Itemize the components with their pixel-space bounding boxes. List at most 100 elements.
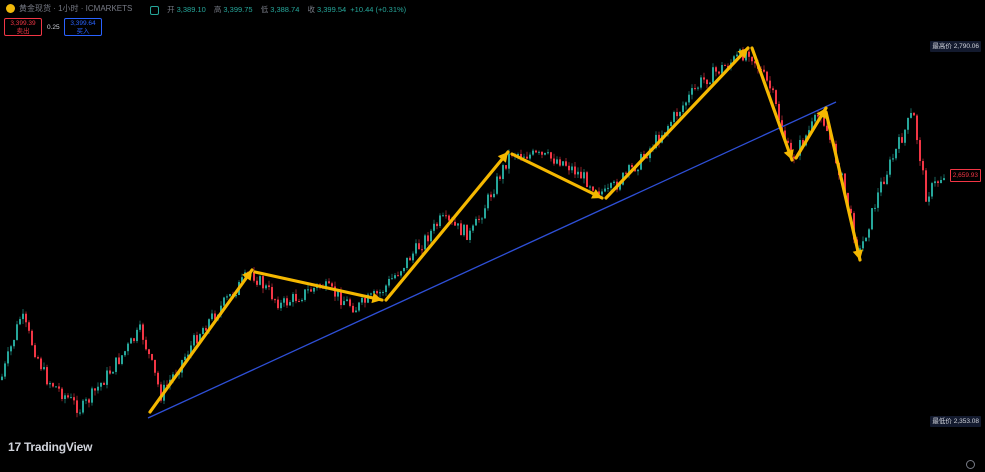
candle-body xyxy=(370,293,372,295)
candle-body xyxy=(490,194,492,198)
candle-body xyxy=(346,299,348,302)
candle-body xyxy=(931,183,933,197)
candle-body xyxy=(388,278,390,286)
candle-body xyxy=(919,140,921,162)
trend-arrow-line xyxy=(750,46,794,162)
candle-body xyxy=(259,276,261,285)
candle-body xyxy=(343,301,345,306)
candle-body xyxy=(685,102,687,106)
candle-body xyxy=(142,324,144,340)
candle-body xyxy=(463,224,465,236)
candle-body xyxy=(205,328,207,331)
candle-body xyxy=(415,243,417,254)
candle-body xyxy=(868,229,870,238)
candle-body xyxy=(223,297,225,306)
candle-body xyxy=(40,358,42,370)
candle-body xyxy=(706,79,708,85)
low-price-value: 2,353.08 xyxy=(953,418,979,425)
candle-body xyxy=(604,188,606,192)
candle-body xyxy=(925,170,927,202)
candle-body xyxy=(355,310,357,313)
candle-body xyxy=(772,88,774,91)
candle-body xyxy=(337,291,339,297)
candle-body xyxy=(184,356,186,361)
candle-body xyxy=(115,357,117,372)
candle-body xyxy=(529,154,531,159)
candle-body xyxy=(916,115,918,141)
candle-body xyxy=(880,181,882,193)
price-axis[interactable]: 最高价 2,790.06 2,659.93 最低价 2,353.08 xyxy=(930,0,985,460)
candle-body xyxy=(154,359,156,373)
candle-body xyxy=(718,71,720,74)
candle-body xyxy=(484,208,486,219)
candle-body xyxy=(229,293,231,297)
candle-body xyxy=(85,399,87,401)
candle-body xyxy=(430,230,432,242)
candle-body xyxy=(460,223,462,236)
candle-body xyxy=(472,225,474,231)
candle-body xyxy=(631,165,633,167)
candle-body xyxy=(130,338,132,344)
candle-body xyxy=(736,54,738,57)
candle-body xyxy=(307,289,309,291)
candle-body xyxy=(28,322,30,331)
price-chart[interactable] xyxy=(0,0,945,460)
candle-body xyxy=(550,152,552,159)
candle-body xyxy=(676,112,678,117)
settings-icon[interactable] xyxy=(966,460,975,469)
candle-body xyxy=(277,299,279,309)
candle-body xyxy=(292,293,294,303)
candle-body xyxy=(118,357,120,364)
candle-body xyxy=(61,388,63,400)
candle-body xyxy=(91,388,93,403)
candle-body xyxy=(481,218,483,220)
candle-body xyxy=(46,367,48,385)
candle-body xyxy=(73,397,75,401)
candle-body xyxy=(496,176,498,194)
candle-body xyxy=(562,161,564,166)
candle-body xyxy=(553,158,555,164)
candle-body xyxy=(442,215,444,217)
candle-body xyxy=(271,287,273,300)
candle-body xyxy=(328,281,330,284)
candle-body xyxy=(202,328,204,335)
candle-body xyxy=(862,241,864,249)
candle-body xyxy=(907,117,909,130)
candle-body xyxy=(928,196,930,202)
candle-body xyxy=(763,69,765,72)
candle-body xyxy=(712,67,714,83)
candle-body xyxy=(559,159,561,166)
candle-body xyxy=(556,159,558,164)
candle-body xyxy=(892,158,894,160)
candle-body xyxy=(700,77,702,88)
candle-body xyxy=(601,191,603,195)
candle-body xyxy=(526,156,528,159)
candle-body xyxy=(403,267,405,272)
candle-body xyxy=(139,324,141,330)
candle-body xyxy=(865,237,867,242)
candle-body xyxy=(112,371,114,374)
candle-body xyxy=(4,363,6,377)
candle-body xyxy=(31,330,33,346)
candle-body xyxy=(58,386,60,389)
time-axis[interactable] xyxy=(0,460,985,472)
tv-logo-icon: 17 xyxy=(8,440,21,454)
candle-body xyxy=(298,301,300,303)
candle-body xyxy=(286,298,288,306)
candle-body xyxy=(871,208,873,230)
candle-body xyxy=(283,298,285,303)
candle-body xyxy=(775,90,777,104)
candle-body xyxy=(877,192,879,208)
candle-body xyxy=(682,105,684,112)
candle-body xyxy=(607,187,609,189)
candle-body xyxy=(547,152,549,154)
candle-body xyxy=(133,338,135,342)
candle-body xyxy=(412,253,414,261)
candle-body xyxy=(16,324,18,340)
candle-body xyxy=(697,87,699,89)
candle-body xyxy=(265,285,267,289)
candle-body xyxy=(289,302,291,306)
candle-body xyxy=(10,346,12,352)
tradingview-logo[interactable]: 17 TradingView xyxy=(8,440,92,454)
candle-body xyxy=(724,65,726,67)
